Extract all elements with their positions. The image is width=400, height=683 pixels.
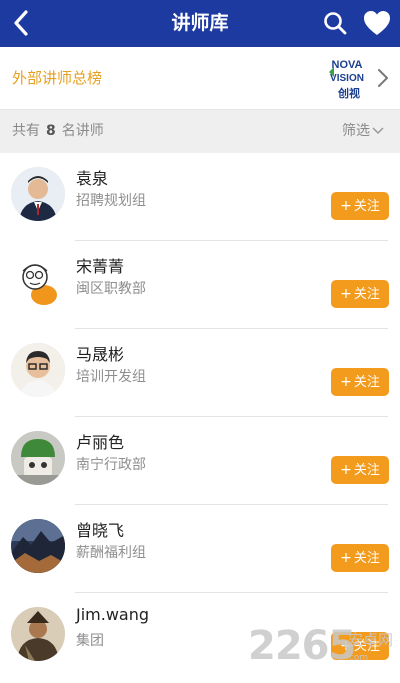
man-in-suit-avatar: [11, 167, 65, 221]
external-ranking-banner[interactable]: 外部讲师总榜 NOVA VISION 创视: [0, 47, 400, 110]
watermark-url: .com: [346, 653, 369, 663]
follow-label: 关注: [353, 551, 380, 566]
follow-button[interactable]: + 关注: [331, 368, 389, 396]
lecturer-name: 曾晓飞: [76, 521, 125, 540]
follow-button[interactable]: + 关注: [331, 192, 389, 220]
green-helmet-avatar: [11, 431, 65, 485]
lecturer-dept: 闽区职教部: [76, 281, 146, 297]
list-item[interactable]: 卢丽色 南宁行政部 + 关注: [0, 417, 400, 505]
svg-text:创视: 创视: [337, 86, 360, 100]
svg-text:NOVA: NOVA: [332, 59, 363, 71]
filter-bar: 共有 8 名讲师 筛选: [0, 110, 400, 153]
lecturer-name: Jim.wang: [76, 605, 150, 624]
watermark: 2265 安卓网 .com: [248, 623, 398, 679]
heart-icon: [364, 11, 390, 35]
follow-button[interactable]: + 关注: [331, 544, 389, 572]
filter-label: 筛选: [342, 123, 370, 139]
watermark-number: 2265: [248, 623, 356, 669]
watermark-text: 安卓网: [348, 631, 394, 649]
list-item[interactable]: 马晟彬 培训开发组 + 关注: [0, 329, 400, 417]
plus-icon: +: [340, 374, 352, 390]
plus-icon: +: [340, 198, 352, 214]
cartoon-avatar: [11, 255, 65, 309]
list-item[interactable]: 宋菁菁 闽区职教部 + 关注: [0, 241, 400, 329]
lecturer-count: 共有 8 名讲师: [12, 110, 104, 153]
plus-icon: +: [340, 286, 352, 302]
lecturer-name: 卢丽色: [76, 433, 125, 452]
lecturer-dept: 招聘规划组: [76, 193, 146, 209]
chevron-right-icon: [376, 67, 390, 89]
landscape-avatar: [11, 519, 65, 573]
lecturer-dept: 南宁行政部: [76, 457, 146, 473]
lecturer-name: 马晟彬: [76, 345, 125, 364]
follow-label: 关注: [353, 199, 380, 214]
search-icon: [324, 12, 347, 35]
count-number: 8: [46, 123, 56, 139]
follow-button[interactable]: + 关注: [331, 456, 389, 484]
man-with-glasses-avatar: [11, 343, 65, 397]
plus-icon: +: [340, 462, 352, 478]
list-item[interactable]: 袁泉 招聘规划组 + 关注: [0, 153, 400, 241]
follow-label: 关注: [353, 463, 380, 478]
list-item[interactable]: 曾晓飞 薪酬福利组 + 关注: [0, 505, 400, 593]
lecturer-dept: 培训开发组: [76, 369, 146, 385]
lecturer-name: 袁泉: [76, 169, 109, 188]
favorite-button[interactable]: [362, 9, 392, 37]
chevron-down-icon: [372, 127, 384, 135]
nova-vision-logo: NOVA VISION 创视: [325, 55, 369, 101]
search-button[interactable]: [322, 10, 348, 36]
plus-icon: +: [340, 550, 352, 566]
warrior-avatar: [11, 607, 65, 661]
filter-button[interactable]: 筛选: [342, 110, 384, 153]
lecturer-dept: 集团: [76, 633, 104, 649]
svg-text:VISION: VISION: [330, 73, 364, 84]
lecturer-name: 宋菁菁: [76, 257, 125, 276]
count-suffix: 名讲师: [61, 123, 104, 139]
banner-title: 外部讲师总榜: [12, 69, 103, 87]
follow-label: 关注: [353, 287, 380, 302]
follow-button[interactable]: + 关注: [331, 280, 389, 308]
lecturer-dept: 薪酬福利组: [76, 545, 146, 561]
follow-label: 关注: [353, 375, 380, 390]
top-bar: 讲师库: [0, 0, 400, 47]
count-prefix: 共有: [12, 123, 40, 139]
